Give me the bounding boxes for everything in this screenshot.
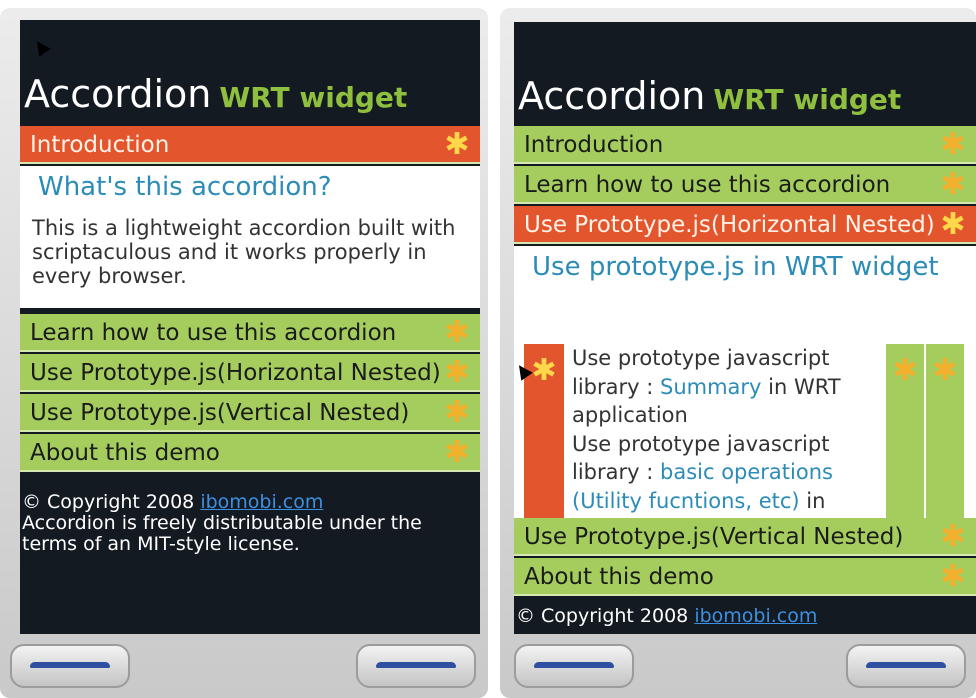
- ibomobi-link[interactable]: ibomobi.com: [694, 605, 817, 627]
- accordion-header-label: Introduction: [30, 132, 170, 158]
- star-icon: ✱: [932, 353, 958, 388]
- star-icon: ✱: [940, 207, 966, 242]
- softkey-bar-icon: [30, 662, 110, 668]
- panel-heading: What's this accordion?: [38, 172, 332, 202]
- accordion-header-introduction[interactable]: Introduction ✱: [20, 126, 480, 164]
- app-title: Accordion WRT widget: [24, 68, 407, 120]
- panel-heading: Use prototype.js in WRT widget: [532, 252, 939, 282]
- accordion-header-introduction[interactable]: Introduction ✱: [514, 126, 976, 164]
- accordion-header-label: Use Prototype.js(Vertical Nested): [524, 524, 904, 550]
- nested-content: Use prototype javascript library : Summa…: [572, 344, 872, 544]
- title-text: Accordion: [24, 72, 212, 116]
- title-subtitle: WRT widget: [219, 81, 408, 114]
- softkey-bar-icon: [376, 662, 456, 668]
- accordion-header-label: Learn how to use this accordion: [30, 320, 397, 346]
- accordion-panel-introduction: What's this accordion? This is a lightwe…: [20, 166, 480, 308]
- star-icon: ✱: [444, 395, 470, 430]
- accordion-header-about[interactable]: About this demo ✱: [20, 434, 480, 472]
- accordion-header-vertical-nested[interactable]: Use Prototype.js(Vertical Nested) ✱: [514, 518, 976, 556]
- right-softkey-button[interactable]: [846, 644, 966, 688]
- accordion-header-label: Use Prototype.js(Vertical Nested): [30, 400, 410, 426]
- accordion-header-label: Use Prototype.js(Horizontal Nested): [30, 360, 441, 386]
- nested-tab-2[interactable]: ✱: [886, 344, 924, 538]
- accordion-header-label: About this demo: [30, 440, 220, 466]
- star-icon: ✱: [444, 315, 470, 350]
- panel-text: This is a lightweight accordion built wi…: [32, 216, 456, 288]
- accordion-header-learn[interactable]: Learn how to use this accordion ✱: [20, 314, 480, 352]
- star-icon: ✱: [940, 127, 966, 162]
- star-icon: ✱: [444, 127, 470, 162]
- pointer-cursor-icon: [31, 37, 51, 57]
- star-icon: ✱: [940, 167, 966, 202]
- title-subtitle: WRT widget: [713, 83, 902, 116]
- star-icon: ✱: [444, 435, 470, 470]
- star-icon: ✱: [940, 559, 966, 594]
- accordion-header-learn[interactable]: Learn how to use this accordion ✱: [514, 166, 976, 204]
- right-phone: Accordion WRT widget Introduction ✱ Learn…: [500, 8, 976, 698]
- accordion-header-horizontal-nested[interactable]: Use Prototype.js(Horizontal Nested) ✱: [514, 206, 976, 244]
- accordion-header-label: Use Prototype.js(Horizontal Nested): [524, 212, 935, 238]
- summary-link[interactable]: Summary: [660, 375, 761, 399]
- copyright-text: © Copyright 2008: [22, 491, 201, 513]
- nested-tab-3[interactable]: ✱: [926, 344, 964, 538]
- star-icon: ✱: [892, 353, 918, 388]
- license-text: Accordion is freely distributable under …: [22, 512, 422, 555]
- accordion-header-label: About this demo: [524, 564, 714, 590]
- accordion-panel-horizontal-nested: Use prototype.js in WRT widget ✱ Use pro…: [514, 246, 976, 541]
- star-icon: ✱: [444, 355, 470, 390]
- ibomobi-link[interactable]: ibomobi.com: [200, 491, 323, 513]
- left-screen: Accordion WRT widget Introduction ✱ What'…: [20, 20, 480, 634]
- copyright-text: © Copyright 2008: [516, 605, 695, 627]
- accordion-header-label: Introduction: [524, 132, 664, 158]
- accordion-header-vertical-nested[interactable]: Use Prototype.js(Vertical Nested) ✱: [20, 394, 480, 432]
- left-softkey-button[interactable]: [10, 644, 130, 688]
- footer: © Copyright 2008 ibomobi.com Accordion i…: [22, 492, 460, 555]
- app-title: Accordion WRT widget: [518, 70, 901, 122]
- title-text: Accordion: [518, 74, 706, 118]
- accordion-header-horizontal-nested[interactable]: Use Prototype.js(Horizontal Nested) ✱: [20, 354, 480, 392]
- footer: © Copyright 2008 ibomobi.com: [516, 606, 817, 627]
- right-screen: Accordion WRT widget Introduction ✱ Learn…: [514, 22, 976, 634]
- softkey-bar-icon: [534, 662, 614, 668]
- star-icon: ✱: [940, 519, 966, 554]
- star-icon: ✱: [531, 353, 557, 388]
- left-phone: Accordion WRT widget Introduction ✱ What'…: [0, 8, 488, 698]
- left-softkey-button[interactable]: [514, 644, 634, 688]
- accordion-header-about[interactable]: About this demo ✱: [514, 558, 976, 596]
- accordion-header-label: Learn how to use this accordion: [524, 172, 891, 198]
- right-softkey-button[interactable]: [356, 644, 476, 688]
- nested-horizontal-accordion: ✱ Use prototype javascript library : Sum…: [524, 344, 964, 541]
- softkey-bar-icon: [866, 662, 946, 668]
